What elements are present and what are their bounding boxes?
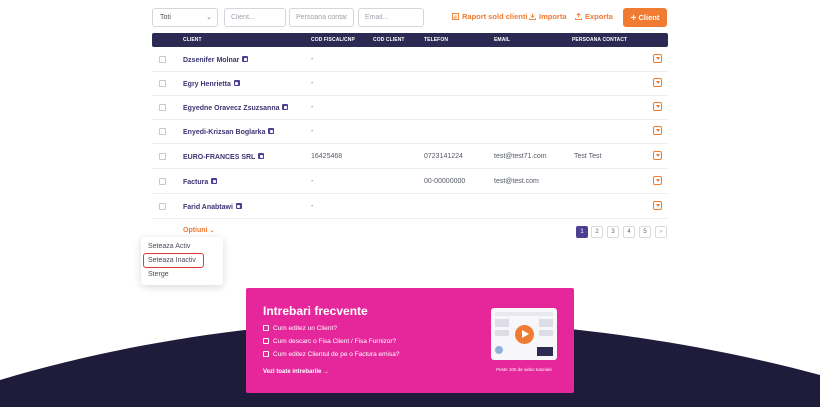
menu-item-seteaza-activ[interactable]: Seteaza Activ xyxy=(148,243,190,250)
faq-question-link[interactable]: Cum descarc o Fisa Client / Fisa Furnizo… xyxy=(263,338,396,345)
row-actions-dropdown-icon[interactable] xyxy=(653,126,662,135)
import-label: Importa xyxy=(539,12,567,21)
download-icon xyxy=(529,13,536,20)
row-checkbox[interactable] xyxy=(159,104,166,111)
lock-icon xyxy=(233,80,240,86)
row-actions-dropdown-icon[interactable] xyxy=(653,54,662,63)
table-row[interactable]: Enyedi-Krizsan Boglarka - xyxy=(152,120,668,144)
chevron-down-icon: ⌄ xyxy=(206,14,212,21)
cod-fiscal-cell: - xyxy=(311,178,314,185)
add-client-label: Client xyxy=(638,13,660,22)
telefon-cell: 00-00000000 xyxy=(424,178,466,185)
options-label: Optiuni xyxy=(183,227,208,234)
lock-icon xyxy=(258,153,265,159)
plus-icon: + xyxy=(630,13,637,24)
video-caption: Peste 100 de video tutoriale xyxy=(496,367,552,372)
faq-question-link[interactable]: Cum editez Clientul de pe o Factura emis… xyxy=(263,351,399,358)
report-icon xyxy=(452,13,459,20)
status-filter-value: Toti xyxy=(160,14,171,21)
faq-question-link[interactable]: Cum editez un Client? xyxy=(263,325,337,332)
chevron-down-icon: ⌄ xyxy=(209,228,215,234)
cod-fiscal-cell: - xyxy=(311,104,314,111)
column-header-client: CLIENT xyxy=(183,37,202,43)
row-actions-dropdown-icon[interactable] xyxy=(653,201,662,210)
row-actions-dropdown-icon[interactable] xyxy=(653,176,662,185)
lock-icon xyxy=(235,203,242,209)
document-icon xyxy=(263,338,269,344)
table-row[interactable]: EURO-FRANCES SRL 16425468 0723141224 tes… xyxy=(152,145,668,169)
table-row[interactable]: Dzsenifer Molnar - xyxy=(152,48,668,72)
contact-search-input[interactable] xyxy=(289,8,354,27)
column-header-cod-fiscal: COD FISCAL/CNP xyxy=(311,37,355,43)
faq-card: Intrebari frecvente Cum editez un Client… xyxy=(246,288,574,393)
client-search-input[interactable] xyxy=(224,8,286,27)
row-actions-dropdown-icon[interactable] xyxy=(653,102,662,111)
lock-icon xyxy=(242,56,249,62)
upload-icon xyxy=(575,13,582,20)
table-row[interactable]: Egry Henrietta - xyxy=(152,72,668,96)
email-cell: test@test71.com xyxy=(494,153,547,160)
client-name-link[interactable]: Egry Henrietta xyxy=(183,80,240,88)
page-button-4[interactable]: 4 xyxy=(623,226,635,238)
persoana-contact-cell: Test Test xyxy=(574,153,602,160)
status-filter-select[interactable]: Toti ⌄ xyxy=(152,8,218,27)
cod-fiscal-cell: 16425468 xyxy=(311,153,343,160)
view-all-questions-link[interactable]: Vezi toate intrebarile → xyxy=(263,369,329,375)
document-icon xyxy=(263,351,269,357)
email-cell: test@test.com xyxy=(494,178,539,185)
report-sold-button[interactable]: Raport sold clienti xyxy=(452,12,527,21)
import-button[interactable]: Importa xyxy=(529,12,567,21)
row-actions-dropdown-icon[interactable] xyxy=(653,151,662,160)
export-label: Exporta xyxy=(585,12,613,21)
column-header-persoana-contact: PERSOANA CONTACT xyxy=(572,37,628,43)
email-search-input[interactable] xyxy=(358,8,424,27)
client-name-link[interactable]: Egyedne Oravecz Zsuzsanna xyxy=(183,104,289,112)
document-icon xyxy=(263,325,269,331)
row-checkbox[interactable] xyxy=(159,56,166,63)
table-row[interactable]: Egyedne Oravecz Zsuzsanna - xyxy=(152,96,668,120)
client-name-link[interactable]: EURO-FRANCES SRL xyxy=(183,153,265,161)
telefon-cell: 0723141224 xyxy=(424,153,463,160)
cod-fiscal-cell: - xyxy=(311,56,314,63)
page-button-2[interactable]: 2 xyxy=(591,226,603,238)
menu-item-seteaza-inactiv[interactable]: Seteaza Inactiv xyxy=(148,257,196,264)
options-menu: Seteaza Activ Seteaza Inactiv Sterge xyxy=(141,237,223,285)
page-button-1[interactable]: 1 xyxy=(576,226,588,238)
table-row[interactable]: Factura - 00-00000000 test@test.com xyxy=(152,170,668,194)
menu-item-sterge[interactable]: Sterge xyxy=(148,271,169,278)
options-dropdown-toggle[interactable]: Optiuni ⌄ xyxy=(183,227,215,234)
column-header-telefon: TELEFON xyxy=(424,37,449,43)
row-checkbox[interactable] xyxy=(159,178,166,185)
cod-fiscal-cell: - xyxy=(311,203,314,210)
arrow-right-icon: → xyxy=(323,369,330,375)
lock-icon xyxy=(211,178,218,184)
cod-fiscal-cell: - xyxy=(311,80,314,87)
row-actions-dropdown-icon[interactable] xyxy=(653,78,662,87)
client-name-link[interactable]: Farid Anabtawi xyxy=(183,203,242,211)
cod-fiscal-cell: - xyxy=(311,128,314,135)
column-header-email: EMAIL xyxy=(494,37,511,43)
client-name-link[interactable]: Dzsenifer Molnar xyxy=(183,56,249,64)
lock-icon xyxy=(282,104,289,110)
client-name-link[interactable]: Enyedi-Krizsan Boglarka xyxy=(183,128,275,136)
next-page-button[interactable]: › xyxy=(655,226,667,238)
row-checkbox[interactable] xyxy=(159,203,166,210)
table-row[interactable]: Farid Anabtawi - xyxy=(152,195,668,219)
faq-title: Intrebari frecvente xyxy=(263,304,368,318)
lock-icon xyxy=(268,128,275,134)
export-button[interactable]: Exporta xyxy=(575,12,613,21)
client-name-link[interactable]: Factura xyxy=(183,178,218,186)
video-tutorial-thumbnail[interactable] xyxy=(491,308,557,360)
page-button-5[interactable]: 5 xyxy=(639,226,651,238)
add-client-button[interactable]: + Client xyxy=(623,8,667,27)
column-header-cod-client: COD CLIENT xyxy=(373,37,405,43)
row-checkbox[interactable] xyxy=(159,128,166,135)
page-button-3[interactable]: 3 xyxy=(607,226,619,238)
play-icon[interactable] xyxy=(515,325,534,344)
table-header: CLIENT COD FISCAL/CNP COD CLIENT TELEFON… xyxy=(152,33,668,47)
row-checkbox[interactable] xyxy=(159,153,166,160)
toolbar: Toti ⌄ Raport sold clienti Importa Expor… xyxy=(152,8,668,27)
row-checkbox[interactable] xyxy=(159,80,166,87)
report-sold-label: Raport sold clienti xyxy=(462,12,528,21)
